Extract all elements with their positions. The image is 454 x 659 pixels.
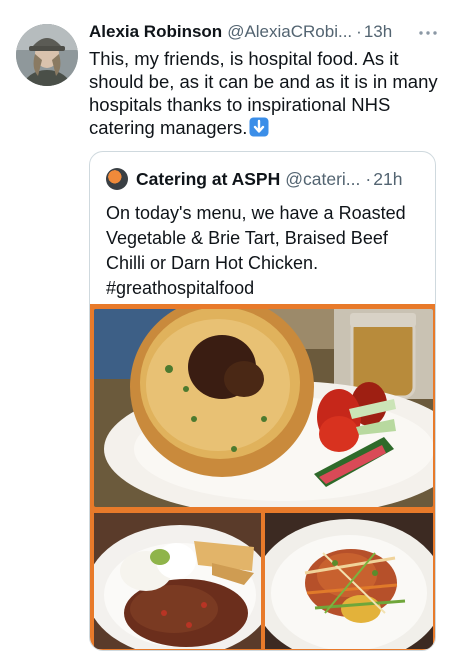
tweet-text: This, my friends, is hospital food. As i…: [89, 47, 439, 139]
separator-dot: ·: [356, 22, 362, 41]
quoted-author-name[interactable]: Catering at ASPH: [136, 169, 280, 190]
photo-chilli[interactable]: [94, 513, 261, 649]
separator-dot: ·: [365, 168, 372, 189]
avatar-photo: [16, 24, 78, 86]
quoted-author-handle[interactable]: @cateri...: [285, 169, 360, 190]
tweet-timestamp[interactable]: 13h: [364, 22, 392, 42]
media-grid: [90, 304, 435, 650]
quoted-tweet-header: Catering at ASPH @cateri... · 21h: [106, 166, 426, 192]
quoted-tweet-text: On today's menu, we have a Roasted Veget…: [106, 203, 406, 298]
author-name[interactable]: Alexia Robinson: [89, 22, 222, 42]
author-avatar[interactable]: [16, 24, 78, 86]
ellipsis-icon[interactable]: [417, 28, 439, 38]
tweet-header: Alexia Robinson @AlexiaCRobi... · 13h: [89, 22, 439, 46]
photo-tart[interactable]: [94, 309, 433, 507]
quoted-tweet[interactable]: Catering at ASPH @cateri... · 21h On tod…: [89, 151, 436, 651]
photo-chicken[interactable]: [265, 513, 433, 649]
author-handle[interactable]: @AlexiaCRobi...: [227, 22, 352, 42]
tweet[interactable]: Alexia Robinson @AlexiaCRobi... · 13h Th…: [0, 0, 454, 659]
quoted-author-avatar[interactable]: [106, 168, 128, 190]
quoted-tweet-timestamp[interactable]: 21h: [373, 169, 402, 190]
down-arrow-icon: [249, 117, 269, 137]
